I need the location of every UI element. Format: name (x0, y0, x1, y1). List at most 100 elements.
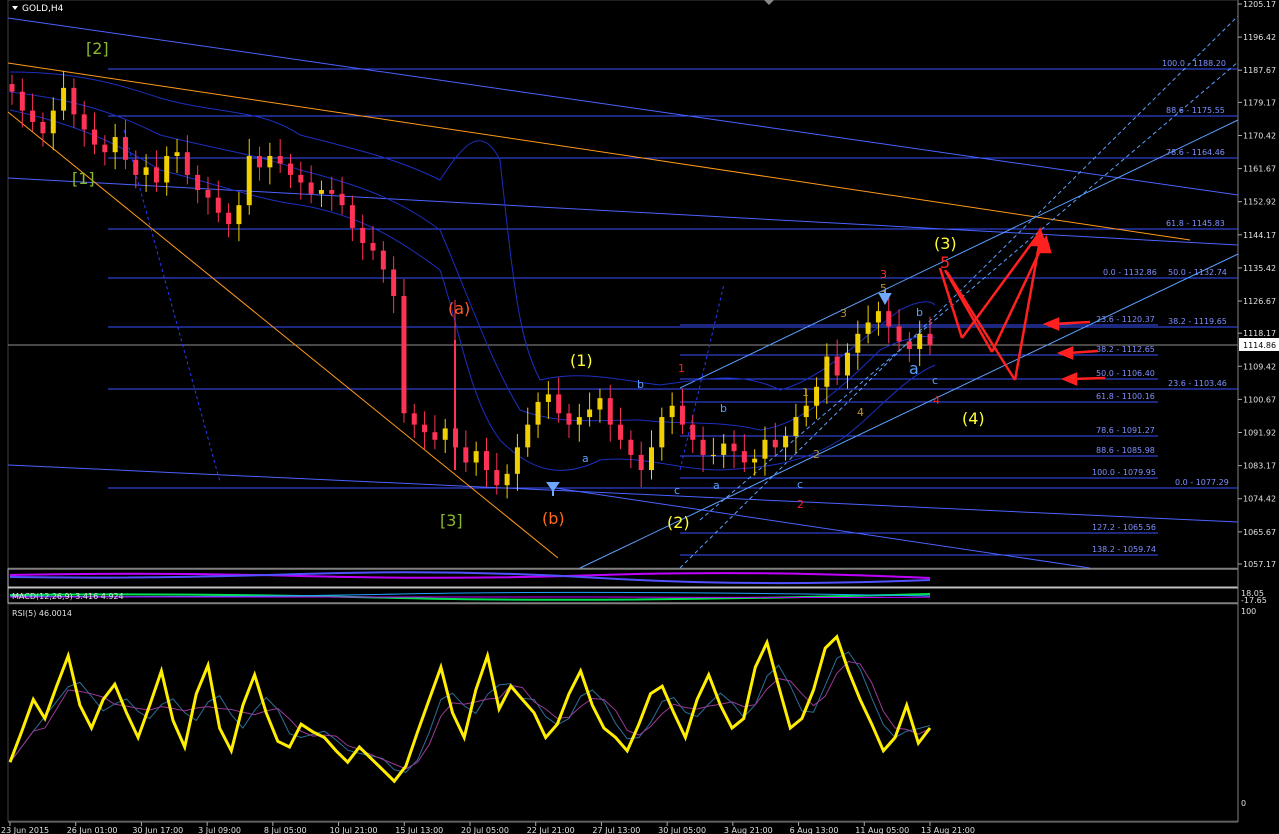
candle-body (865, 322, 871, 334)
fib1-label: 50.0 - 1132.74 (1168, 268, 1227, 277)
candle-body (741, 451, 747, 463)
candle-body (514, 447, 520, 474)
fib2-label: 100.0 - 1079.95 (1092, 468, 1156, 477)
candle-body (535, 401, 541, 425)
rsi-scale-bottom: 0 (1241, 799, 1246, 808)
fib2-label: 38.2 - 1112.65 (1096, 345, 1155, 354)
candle-body (257, 155, 263, 168)
time-tick-label: 26 Jun 01:00 (67, 826, 118, 834)
candle-body (525, 424, 531, 448)
wave-label: [1] (72, 169, 95, 188)
time-tick-label: 30 Jun 17:00 (132, 826, 183, 834)
candle-body (917, 333, 923, 349)
candle-body (226, 212, 232, 225)
candle-body (422, 424, 428, 433)
fib2-label: 61.8 - 1100.16 (1096, 392, 1155, 401)
fib1-label: 23.6 - 1103.46 (1168, 379, 1227, 388)
wave-label: 4 (857, 406, 864, 419)
wave-label: c (674, 484, 680, 497)
candle-body (401, 295, 407, 414)
price-tick-label: 1205.17 (1243, 0, 1276, 9)
candle-body (690, 424, 696, 440)
candle-body (329, 190, 335, 194)
candle-body (721, 443, 727, 455)
candle-body (494, 470, 500, 486)
candle-body (9, 84, 15, 92)
candle-body (195, 174, 201, 191)
candle-body (576, 417, 582, 425)
wave-label: b (916, 306, 923, 319)
wave-label: (4) (962, 409, 985, 428)
wave-label: (1) (570, 351, 593, 370)
candle-body (133, 159, 139, 175)
candle-body (618, 424, 624, 440)
candle-body (380, 250, 386, 270)
wave-label: a (909, 359, 919, 378)
time-tick-label: 15 Jul 13:00 (395, 826, 443, 834)
wave-label: 1 (802, 386, 809, 399)
candle-body (875, 311, 881, 323)
candle-body (215, 197, 221, 213)
candle-body (442, 428, 448, 440)
candle-body (267, 155, 273, 168)
price-tick-label: 1187.67 (1243, 66, 1276, 75)
candle-body (607, 398, 613, 425)
price-tick-label: 1161.67 (1243, 165, 1276, 174)
candle-body (483, 451, 489, 471)
candle-body (246, 155, 252, 206)
candle-body (710, 454, 716, 456)
candle-body (318, 190, 324, 194)
wave-label: [2] (86, 39, 109, 58)
price-tick-label: 1118.17 (1243, 329, 1276, 338)
price-tick-label: 1196.42 (1243, 33, 1276, 42)
price-tick-label: 1065.67 (1243, 528, 1276, 537)
candle-body (886, 311, 892, 327)
candle-body (122, 137, 128, 160)
fib1-label: 78.6 - 1164.46 (1166, 148, 1225, 157)
candle-body (308, 182, 314, 194)
time-tick-label: 11 Aug 05:00 (855, 826, 909, 834)
candle-body (906, 341, 912, 349)
candle-body (184, 152, 190, 175)
wave-label: 2 (813, 448, 820, 461)
fib1-label: 88.6 - 1175.55 (1166, 106, 1225, 115)
candle-body (649, 447, 655, 471)
symbol-label[interactable]: GOLD,H4 (22, 4, 64, 14)
wave-label: 4 (933, 394, 940, 407)
time-tick-label: 22 Jul 21:00 (527, 826, 575, 834)
price-tick-label: 1109.42 (1243, 362, 1276, 371)
candle-body (473, 451, 479, 463)
candle-body (370, 243, 376, 251)
candle-body (762, 439, 768, 459)
candle-body (463, 447, 469, 463)
candle-body (174, 152, 180, 156)
price-tick-label: 1170.42 (1243, 131, 1276, 140)
wave-label: (b) (542, 509, 565, 528)
fib2-label: 23.6 - 1120.37 (1096, 315, 1155, 324)
candle-body (752, 458, 758, 463)
candle-body (40, 121, 46, 134)
wave-label: 3 (840, 307, 847, 320)
candle-body (102, 144, 108, 153)
wave-label: 2 (797, 498, 804, 511)
candle-body (164, 155, 170, 183)
candle-body (556, 394, 562, 414)
candle-body (628, 439, 634, 455)
price-tick-label: 1074.42 (1243, 495, 1276, 504)
candle-body (298, 174, 304, 183)
fib2-label: 78.6 - 1091.27 (1096, 426, 1155, 435)
time-tick-label: 20 Jul 05:00 (461, 826, 509, 834)
fib1-label: 38.2 - 1119.65 (1168, 317, 1227, 326)
price-tick-label: 1152.92 (1243, 198, 1276, 207)
fib2-label: 88.6 - 1085.98 (1096, 446, 1155, 455)
time-tick-label: 23 Jun 2015 (1, 826, 49, 834)
time-tick-label: 10 Jul 21:00 (330, 826, 378, 834)
wave-label: b (637, 378, 644, 391)
time-tick-label: 3 Aug 21:00 (724, 826, 773, 834)
candle-body (638, 454, 644, 471)
candle-body (597, 398, 603, 410)
candle-body (277, 155, 283, 164)
price-tick-label: 1083.17 (1243, 462, 1276, 471)
wave-label: (2) (667, 513, 690, 532)
candle-body (566, 413, 572, 425)
